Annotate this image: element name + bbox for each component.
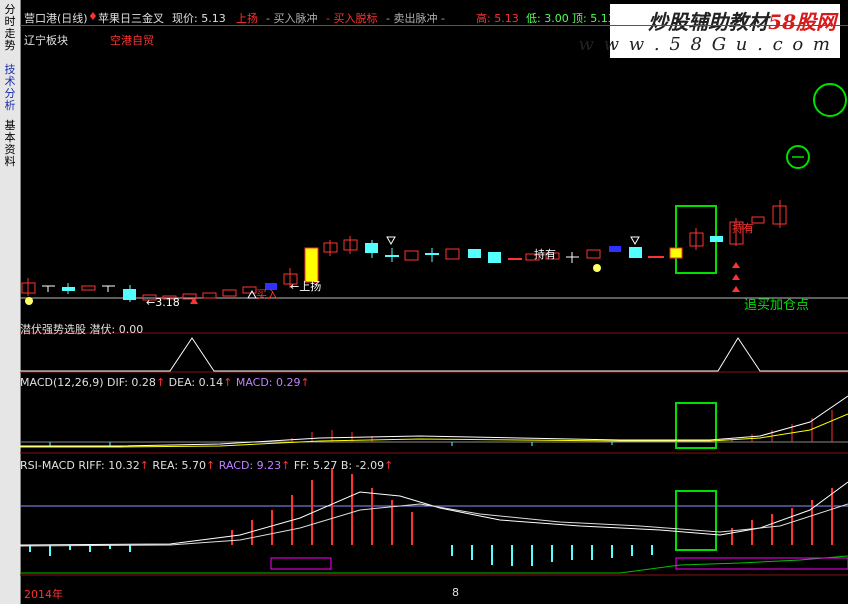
chart-area[interactable]: 营口港(日线) ♦ 苹果日三金叉 现价: 5.13 上扬 - 买入脉冲 - 买入… [20, 0, 848, 604]
chart-svg [20, 83, 848, 576]
panel1-title: 潜伏强势选股 潜伏: 0.00 [20, 323, 144, 336]
highlight-box [675, 490, 717, 551]
rsi-histogram [29, 545, 653, 566]
riff-line [20, 481, 848, 546]
dif-value: DIF: 0.28 [107, 376, 156, 389]
buy-annotation: 买入 [256, 288, 278, 301]
candle [123, 285, 136, 302]
rsi-macd-title: RSI-MACD [20, 459, 75, 472]
candle [586, 249, 601, 259]
qianfu-line [20, 337, 848, 372]
candle [242, 286, 257, 294]
up-arrow-icon [247, 289, 257, 299]
sidebar: 分时走势 技术分析 基本资料 [0, 0, 21, 604]
axis-marker: 8 [452, 586, 459, 599]
macd-value: MACD: 0.29 [235, 376, 301, 389]
candle [468, 249, 481, 258]
magenta-bar-box [270, 557, 332, 570]
candle [689, 228, 704, 250]
candle [425, 248, 439, 262]
ff-value: FF: 5.27 [293, 459, 338, 472]
candle [488, 252, 501, 263]
dea-value: DEA: 0.14 [168, 376, 224, 389]
up-arrow-icon [732, 286, 740, 292]
candle [365, 240, 378, 258]
up-arrow-icon [732, 262, 740, 268]
rise-annotation: ←上扬 [290, 280, 322, 293]
panel2-header: MACD(12,26,9) DIF: 0.28↑ DEA: 0.14↑ MACD… [20, 376, 310, 389]
magenta-bar-box [675, 557, 848, 570]
candle [385, 248, 399, 262]
up-arrow-icon [732, 274, 740, 280]
down-arrow-icon [386, 236, 396, 246]
dif-line [20, 395, 848, 447]
macd-histogram [49, 442, 613, 447]
candle [566, 252, 579, 263]
racd-value: RACD: 9.23 [218, 459, 282, 472]
rsi-base-line [20, 555, 848, 574]
candle [629, 247, 642, 258]
candle [102, 285, 115, 292]
candle [772, 200, 787, 228]
tab-fundamentals[interactable]: 基本资料 [2, 120, 18, 168]
tab-technical-analysis[interactable]: 技术分析 [2, 64, 18, 112]
panel3-header: RSI-MACD RIFF: 10.32↑ REA: 5.70↑ RACD: 9… [20, 459, 394, 472]
candle [710, 236, 723, 242]
candle [222, 289, 237, 297]
apple-marker [25, 297, 33, 305]
b-value: B: -2.09 [340, 459, 385, 472]
rea-value: REA: 5.70 [152, 459, 207, 472]
candle [343, 236, 358, 254]
apple-marker [593, 264, 601, 272]
candle [323, 240, 338, 256]
candles [21, 200, 787, 302]
candle [669, 247, 683, 259]
riff-value: RIFF: 10.32 [78, 459, 140, 472]
rea-line [20, 503, 848, 547]
green-circle-indicator [813, 83, 847, 117]
top-hold-annotation: 持有 [732, 222, 754, 235]
candle [609, 246, 621, 252]
macd-title: MACD(12,26,9) [20, 376, 104, 389]
down-arrow-icon [630, 236, 640, 246]
tab-intraday[interactable]: 分时走势 [2, 4, 18, 52]
candle [404, 250, 419, 261]
year-label: 2014年 [24, 588, 63, 601]
candle [202, 292, 217, 299]
candle [304, 247, 319, 283]
add-position-annotation: 追买加仓点 [744, 298, 810, 313]
hold-annotation: 持有 [534, 248, 556, 261]
candle [81, 285, 96, 291]
candle [62, 283, 75, 294]
candle [445, 248, 460, 260]
low-price-annotation: ←3.18 [146, 296, 180, 309]
candle [42, 285, 55, 292]
candle [21, 278, 36, 296]
